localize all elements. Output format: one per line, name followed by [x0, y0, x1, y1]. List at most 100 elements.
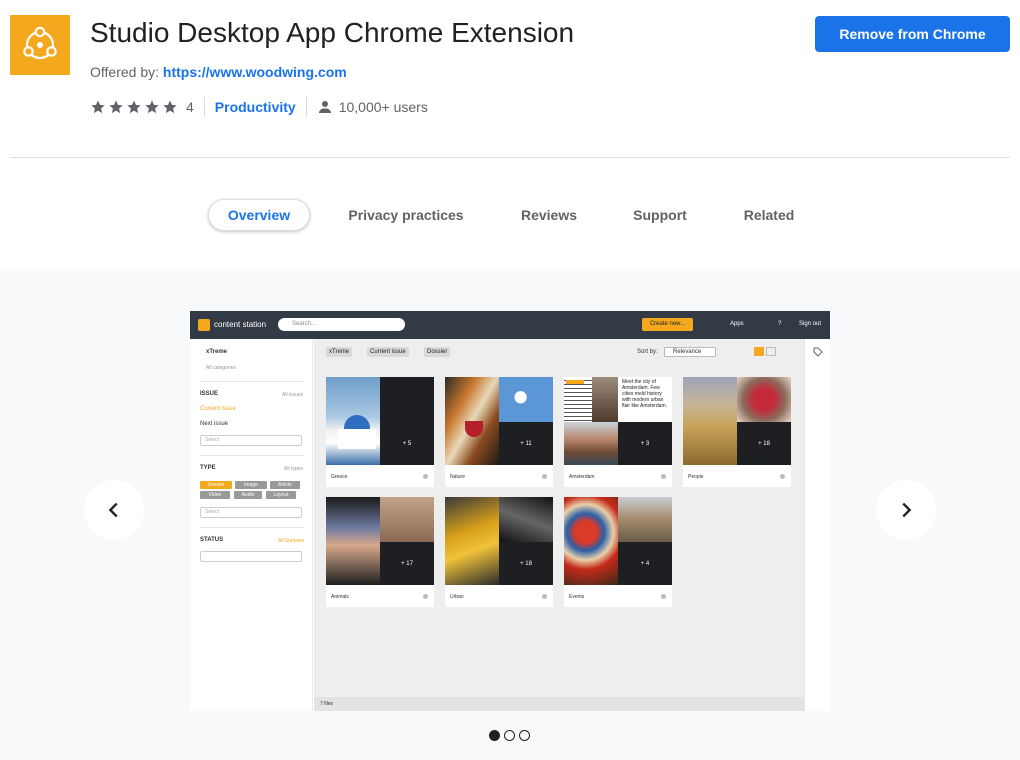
offered-label: Offered by:: [90, 64, 160, 80]
offered-by: Offered by: https://www.woodwing.com: [90, 64, 347, 80]
cs-sort-label: Sort by:: [637, 349, 658, 355]
previous-screenshot-button[interactable]: [84, 480, 144, 540]
dossier-thumb: [380, 377, 434, 422]
cs-type-chip: Image: [235, 481, 267, 489]
cs-type-heading: TYPE: [200, 465, 216, 471]
rating-count[interactable]: 4: [186, 99, 194, 115]
dossier-thumb: [592, 377, 618, 422]
chevron-left-icon: [108, 502, 118, 518]
cs-type-select: Select: [200, 507, 302, 518]
dossier-name: Nature: [450, 474, 466, 480]
cs-sort-select: Relevance: [664, 347, 716, 357]
list-view-icon: [766, 347, 776, 356]
status-dot: [661, 594, 666, 599]
meta-separator: [305, 97, 307, 117]
dossier-count: + 11: [499, 422, 553, 465]
cs-filter-chip: Current issue: [367, 347, 409, 357]
tab-related[interactable]: Related: [730, 199, 808, 231]
star-icon: [127, 100, 141, 114]
cs-sidebar: xTreme All categories ISSUE All issues C…: [190, 339, 313, 711]
cs-divider: [200, 381, 304, 382]
cs-divider: [200, 527, 304, 528]
remove-from-chrome-button[interactable]: Remove from Chrome: [815, 16, 1010, 52]
tag-icon: [813, 347, 823, 357]
dossier-thumb: Meet the city of Amsterdam. Few cities m…: [618, 377, 672, 422]
cs-filter-chip: Dossier: [424, 347, 451, 357]
dossier-card: + 5 Greece: [326, 377, 434, 487]
dossier-cover-image: [683, 377, 737, 465]
cs-status-all: All Statuses: [278, 538, 305, 544]
cs-next-issue: Next issue: [200, 421, 229, 427]
tab-reviews[interactable]: Reviews: [508, 199, 590, 231]
cs-filter-chip: xTreme: [326, 347, 353, 357]
dossier-thumb: [564, 422, 618, 465]
dossier-cover-image: [445, 497, 499, 585]
dossier-cover-image: [445, 377, 499, 465]
dossier-thumb: [737, 377, 791, 422]
dossier-count: + 17: [380, 542, 434, 585]
dossier-cover-image: [326, 377, 380, 465]
dossier-article-thumb: [564, 377, 592, 422]
status-dot: [780, 474, 785, 479]
cs-type-chip: Layout: [266, 491, 296, 499]
cs-create-button: Create new...: [642, 318, 693, 331]
dossier-cover-image: [326, 497, 380, 585]
cs-help-icon: ?: [778, 321, 782, 327]
status-dot: [423, 594, 428, 599]
grid-view-icon: [754, 347, 764, 356]
section-tabs: Overview Privacy practices Reviews Suppo…: [0, 158, 1020, 271]
dossier-card: + 4 Events: [564, 497, 672, 607]
extension-meta: 4 Productivity 10,000+ users: [90, 96, 428, 118]
dossier-thumb: [618, 497, 672, 542]
gallery-dot[interactable]: [504, 730, 515, 741]
dossier-thumb: [380, 497, 434, 542]
dossier-thumb: [499, 377, 553, 422]
tab-support[interactable]: Support: [620, 199, 700, 231]
cs-issue-select: Select: [200, 435, 302, 446]
chevron-right-icon: [902, 502, 912, 518]
dossier-article-snippet: Meet the city of Amsterdam. Few cities m…: [622, 379, 668, 409]
extension-logo: [10, 15, 70, 75]
dossier-name: People: [688, 474, 704, 480]
extension-header: Studio Desktop App Chrome Extension Offe…: [0, 0, 1020, 158]
star-icon: [163, 100, 177, 114]
tab-privacy-practices[interactable]: Privacy practices: [336, 199, 476, 231]
status-dot: [661, 474, 666, 479]
dossier-card: + 18 People: [683, 377, 791, 487]
cs-search-input: Search...: [278, 318, 405, 331]
dossier-thumb: [499, 497, 553, 542]
cs-signout: Sign out: [799, 321, 822, 327]
star-icon: [109, 100, 123, 114]
screenshot-gallery: content station Search... Create new... …: [0, 271, 1020, 760]
meta-separator: [203, 97, 205, 117]
cs-divider: [200, 455, 304, 456]
offered-by-link[interactable]: https://www.woodwing.com: [163, 64, 347, 80]
tab-overview[interactable]: Overview: [208, 199, 310, 231]
cs-brand: content station: [214, 320, 267, 329]
status-dot: [542, 594, 547, 599]
cs-status-bar: 7 files: [314, 697, 804, 711]
gallery-dot[interactable]: [519, 730, 530, 741]
cs-logo-icon: [198, 319, 210, 331]
gallery-pagination: [489, 730, 530, 741]
cs-type-chip: Dossier: [200, 481, 232, 489]
status-dot: [542, 474, 547, 479]
dossier-card: + 11 Nature: [445, 377, 553, 487]
cs-sidebar-brand: xTreme: [206, 349, 228, 355]
category-link[interactable]: Productivity: [215, 99, 296, 115]
dossier-count: + 18: [737, 422, 791, 465]
dossier-card: Meet the city of Amsterdam. Few cities m…: [564, 377, 672, 487]
cs-current-issue: Current issue: [200, 406, 236, 412]
dossier-name: Amsterdam: [569, 474, 595, 480]
next-screenshot-button[interactable]: [876, 480, 936, 540]
dossier-card: + 18 Urban: [445, 497, 553, 607]
rating-stars[interactable]: [90, 99, 178, 115]
cs-apps-menu: Apps: [730, 321, 744, 327]
user-icon: [318, 101, 331, 113]
cs-type-chip: Article: [270, 481, 300, 489]
app-screenshot: content station Search... Create new... …: [190, 311, 830, 711]
share-nodes-icon: [23, 26, 57, 60]
gallery-dot[interactable]: [489, 730, 500, 741]
cs-type-all: All types: [284, 466, 303, 472]
cs-type-chip: Audio: [234, 491, 262, 499]
